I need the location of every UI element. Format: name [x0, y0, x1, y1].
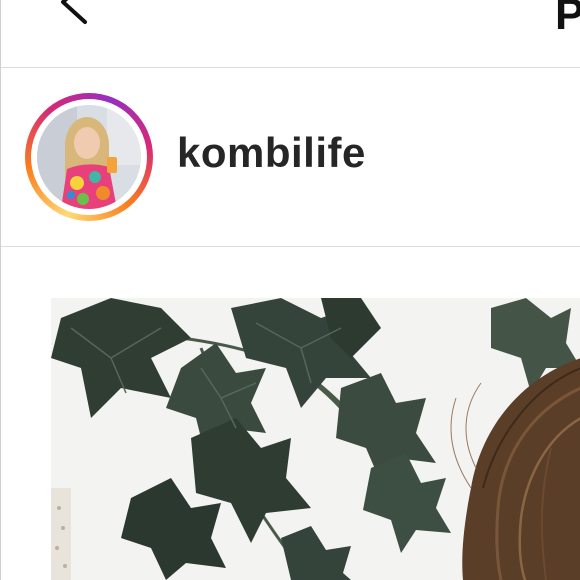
post-header: kombilife [1, 69, 580, 247]
top-nav-bar: P [1, 0, 580, 68]
chevron-left-icon [61, 0, 87, 24]
post-image[interactable] [51, 298, 580, 580]
instagram-post-screen: P [0, 0, 580, 580]
avatar[interactable] [37, 105, 141, 209]
story-ring[interactable] [25, 93, 153, 221]
profile-photo-image [37, 105, 141, 209]
username-link[interactable]: kombilife [177, 129, 366, 177]
page-title: P [555, 0, 580, 40]
ivy-leaves-photo [51, 298, 580, 580]
back-button[interactable] [51, 0, 99, 26]
